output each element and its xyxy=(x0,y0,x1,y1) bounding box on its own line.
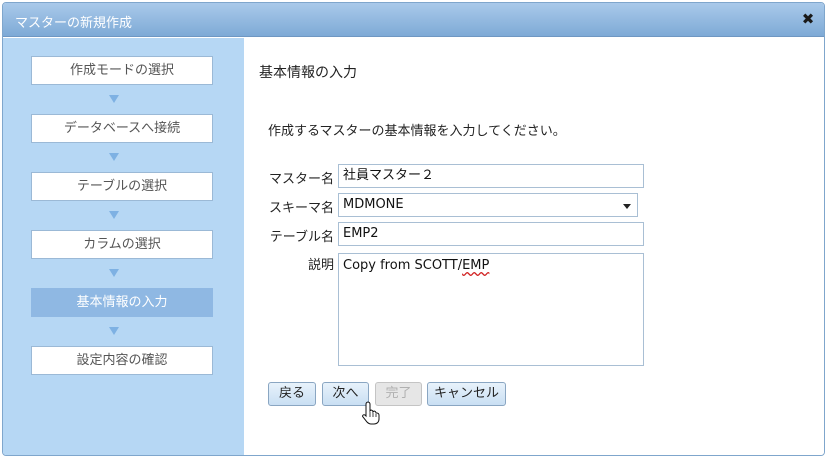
step-select-mode: 作成モードの選択 xyxy=(31,56,213,85)
master-name-input[interactable]: 社員マスター２ xyxy=(338,164,644,188)
master-name-label: マスター名 xyxy=(268,172,334,187)
section-title: 基本情報の入力 xyxy=(259,65,357,81)
step-arrow-icon xyxy=(109,211,119,219)
schema-name-label: スキーマ名 xyxy=(268,201,334,216)
finish-button: 完了 xyxy=(375,382,422,406)
description-text: Copy from SCOTT/ xyxy=(343,258,463,273)
description-spellcheck-word: EMP xyxy=(462,258,490,273)
instruction-text: 作成するマスターの基本情報を入力してください。 xyxy=(268,124,566,139)
wizard-steps-sidebar: 作成モードの選択 データベースへ接続 テーブルの選択 カラムの選択 基本情報の入… xyxy=(3,38,244,455)
step-select-columns: カラムの選択 xyxy=(31,230,213,259)
schema-name-select[interactable]: MDMONE xyxy=(338,193,638,217)
dialog-title: マスターの新規作成 xyxy=(15,16,133,31)
create-master-dialog: マスターの新規作成 ✖ 作成モードの選択 データベースへ接続 テーブルの選択 カ… xyxy=(2,2,825,456)
description-label: 説明 xyxy=(307,258,334,273)
main-content: 基本情報の入力 作成するマスターの基本情報を入力してください。 マスター名 社員… xyxy=(244,38,824,455)
table-name-input[interactable]: EMP2 xyxy=(338,222,644,246)
step-arrow-icon xyxy=(109,153,119,161)
step-arrow-icon xyxy=(109,327,119,335)
cancel-button[interactable]: キャンセル xyxy=(427,382,506,406)
step-confirm-settings: 設定内容の確認 xyxy=(31,346,213,375)
schema-name-value: MDMONE xyxy=(343,197,404,212)
step-connect-database: データベースへ接続 xyxy=(31,114,213,143)
step-arrow-icon xyxy=(109,95,119,103)
step-arrow-icon xyxy=(109,269,119,277)
close-icon[interactable]: ✖ xyxy=(800,11,816,27)
description-textarea[interactable]: Copy from SCOTT/EMP xyxy=(338,253,644,366)
chevron-down-icon xyxy=(623,204,631,209)
step-basic-info: 基本情報の入力 xyxy=(31,288,213,317)
table-name-label: テーブル名 xyxy=(269,230,334,245)
dialog-titlebar: マスターの新規作成 ✖ xyxy=(3,3,824,37)
step-select-table: テーブルの選択 xyxy=(31,172,213,201)
back-button[interactable]: 戻る xyxy=(268,382,316,406)
hand-cursor-icon xyxy=(362,401,380,425)
